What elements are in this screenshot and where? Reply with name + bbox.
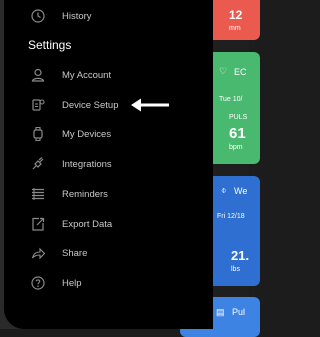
card-date: Fri 12/18 xyxy=(217,213,245,220)
history-icon xyxy=(28,6,48,26)
menu-item-label: Integrations xyxy=(62,158,112,170)
menu-item-export-data[interactable]: Export Data xyxy=(28,211,112,237)
clipboard-icon: ▤ xyxy=(216,307,225,317)
pointer-arrow-icon xyxy=(131,98,169,112)
menu-item-my-devices[interactable]: My Devices xyxy=(28,121,111,147)
menu-item-reminders[interactable]: Reminders xyxy=(28,181,108,207)
weight-value: 21. xyxy=(231,248,250,263)
menu-item-my-account[interactable]: My Account xyxy=(28,62,111,88)
menu-item-help[interactable]: Help xyxy=(28,270,82,296)
menu-item-integrations[interactable]: Integrations xyxy=(28,151,112,177)
card-date: Tue 10/ xyxy=(219,96,243,103)
share-icon xyxy=(28,243,48,263)
scale-icon: ⌽ xyxy=(221,185,227,195)
card-title: EC xyxy=(234,67,247,77)
plug-icon xyxy=(28,154,48,174)
help-icon xyxy=(28,273,48,293)
menu-item-label: My Account xyxy=(62,69,112,81)
weight-unit: lbs xyxy=(231,266,240,273)
menu-item-label: History xyxy=(62,10,92,22)
list-icon xyxy=(28,184,48,204)
user-icon xyxy=(28,65,48,85)
menu-item-history[interactable]: History xyxy=(28,3,92,29)
heart-icon: ♡ xyxy=(219,66,228,76)
watch-icon xyxy=(28,124,48,144)
card-unit: mm xyxy=(229,25,241,32)
menu-item-label: Share xyxy=(62,247,88,259)
side-drawer: History Settings My Account Device Setup… xyxy=(4,0,205,329)
export-icon xyxy=(28,214,48,234)
menu-item-label: Export Data xyxy=(62,218,113,230)
card-title: We xyxy=(234,186,248,196)
pulse-value: 61 xyxy=(229,125,246,142)
settings-heading: Settings xyxy=(28,38,72,52)
menu-item-label: Device Setup xyxy=(62,99,119,111)
pulse-label: PULS xyxy=(229,114,248,121)
menu-item-share[interactable]: Share xyxy=(28,240,87,266)
drawer-shadow xyxy=(205,0,213,329)
menu-item-label: Help xyxy=(62,277,82,289)
menu-item-label: Reminders xyxy=(62,188,108,200)
card-title: Pul xyxy=(232,307,246,317)
device-setup-icon xyxy=(28,95,48,115)
menu-item-label: My Devices xyxy=(62,128,112,140)
card-value: 12 xyxy=(229,8,243,22)
pulse-unit: bpm xyxy=(229,144,243,151)
menu-item-device-setup[interactable]: Device Setup xyxy=(28,92,119,118)
